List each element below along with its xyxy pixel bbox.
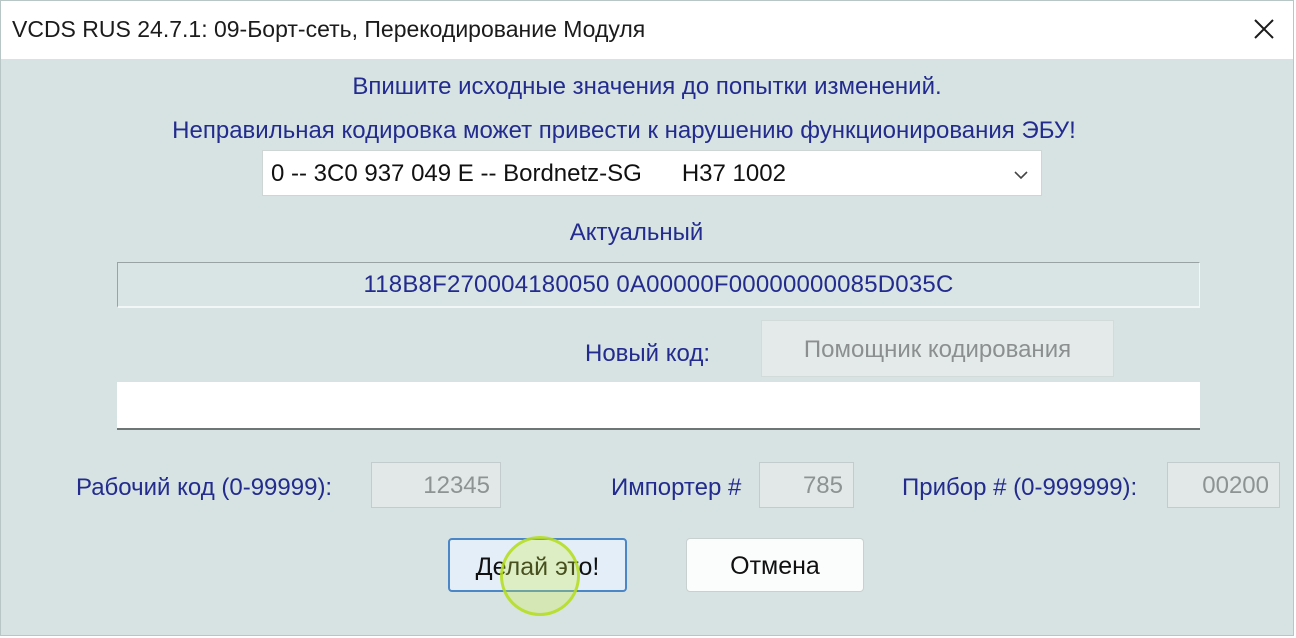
- title-bar: VCDS RUS 24.7.1: 09-Борт-сеть, Перекодир…: [1, 1, 1293, 59]
- importer-value: 785: [802, 472, 843, 499]
- chevron-down-icon: [1013, 167, 1029, 185]
- workshop-code-label: Рабочий код (0-99999):: [76, 474, 333, 501]
- close-button[interactable]: [1235, 1, 1293, 59]
- workshop-code-value: 12345: [423, 472, 490, 499]
- cancel-button[interactable]: Отмена: [686, 538, 864, 592]
- equipment-value: 00200: [1202, 472, 1269, 499]
- coding-helper-label: Помощник кодирования: [803, 336, 1072, 363]
- module-dropdown-value: 0 -- 3C0 937 049 E -- Bordnetz-SG H37 10…: [271, 160, 786, 187]
- recoding-dialog: VCDS RUS 24.7.1: 09-Борт-сеть, Перекодир…: [0, 0, 1294, 636]
- cancel-label: Отмена: [730, 552, 820, 580]
- workshop-code-field[interactable]: 12345: [371, 462, 501, 508]
- actual-coding-value: 118B8F270004180050 0A00000F00000000085D0…: [363, 271, 954, 298]
- actual-coding-field: 118B8F270004180050 0A00000F00000000085D0…: [117, 262, 1200, 308]
- coding-helper-button[interactable]: Помощник кодирования: [761, 320, 1114, 377]
- window-title: VCDS RUS 24.7.1: 09-Борт-сеть, Перекодир…: [12, 16, 646, 42]
- new-code-input[interactable]: [117, 382, 1200, 430]
- close-icon: [1254, 19, 1274, 39]
- do-it-label: Делай это!: [475, 553, 600, 581]
- actual-coding-label: Актуальный: [569, 219, 704, 246]
- do-it-button[interactable]: Делай это!: [448, 538, 627, 592]
- importer-field[interactable]: 785: [759, 462, 854, 508]
- module-dropdown[interactable]: 0 -- 3C0 937 049 E -- Bordnetz-SG H37 10…: [262, 150, 1042, 196]
- equipment-field[interactable]: 00200: [1167, 462, 1280, 508]
- instruction-line-1: Впишите исходные значения до попытки изм…: [352, 73, 942, 100]
- importer-label: Импортер #: [611, 474, 742, 501]
- equipment-label: Прибор # (0-999999):: [902, 474, 1138, 501]
- new-code-label: Новый код:: [585, 340, 711, 367]
- warning-line: Неправильная кодировка может привести к …: [172, 117, 1076, 144]
